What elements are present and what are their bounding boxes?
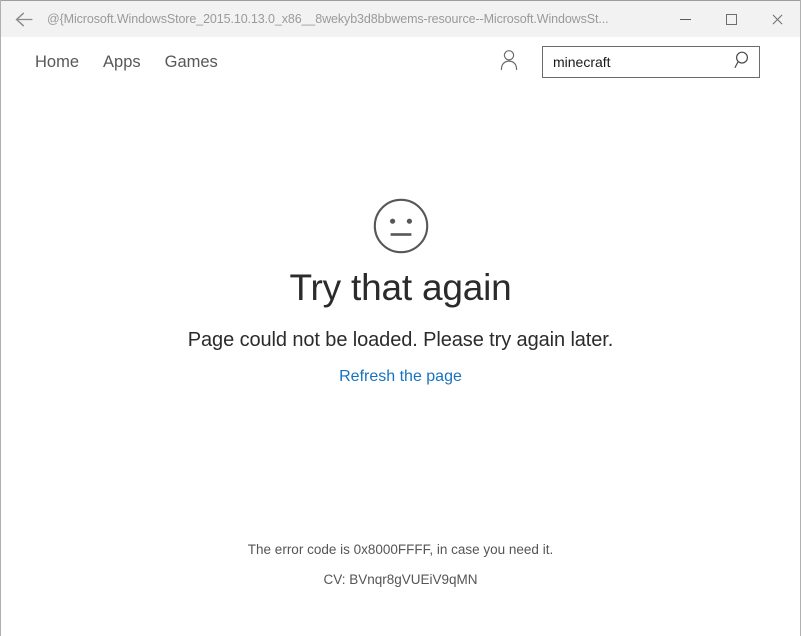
error-title: Try that again — [289, 267, 512, 308]
close-icon — [771, 13, 783, 25]
search-box[interactable] — [542, 46, 760, 78]
refresh-page-link[interactable]: Refresh the page — [339, 368, 462, 385]
close-button[interactable] — [754, 1, 800, 37]
magnifier-icon — [734, 50, 753, 74]
maximize-icon — [725, 13, 737, 25]
error-footer: The error code is 0x8000FFFF, in case yo… — [1, 542, 800, 587]
nav-item-home[interactable]: Home — [23, 49, 91, 76]
nav-item-apps-label: Apps — [103, 52, 141, 71]
store-app-window: @{Microsoft.WindowsStore_2015.10.13.0_x8… — [0, 0, 801, 636]
error-subtitle: Page could not be loaded. Please try aga… — [187, 328, 614, 351]
back-arrow-icon — [14, 11, 34, 27]
error-block: Try that again Page could not be loaded.… — [1, 198, 800, 386]
error-page-content: Try that again Page could not be loaded.… — [1, 87, 800, 635]
nav-links: Home Apps Games — [23, 49, 230, 76]
person-icon — [499, 49, 519, 76]
nav-item-home-label: Home — [35, 52, 80, 71]
search-submit-button[interactable] — [727, 47, 759, 77]
minimize-icon — [679, 18, 691, 20]
nav-item-games[interactable]: Games — [153, 49, 230, 76]
correlation-vector-text: CV: BVnqr8gVUEiV9qMN — [323, 572, 478, 587]
account-button[interactable] — [492, 45, 526, 79]
search-input[interactable] — [543, 47, 727, 77]
nav-item-games-label: Games — [164, 52, 218, 71]
nav-item-apps[interactable]: Apps — [91, 49, 153, 76]
window-title: @{Microsoft.WindowsStore_2015.10.13.0_x8… — [47, 12, 609, 26]
title-bar: @{Microsoft.WindowsStore_2015.10.13.0_x8… — [1, 1, 800, 37]
back-button[interactable] — [1, 1, 47, 37]
maximize-button[interactable] — [708, 1, 754, 37]
store-nav-bar: Home Apps Games — [1, 37, 800, 87]
neutral-face-icon — [373, 198, 429, 254]
window-controls — [662, 1, 800, 37]
error-code-text: The error code is 0x8000FFFF, in case yo… — [247, 542, 554, 557]
minimize-button[interactable] — [662, 1, 708, 37]
